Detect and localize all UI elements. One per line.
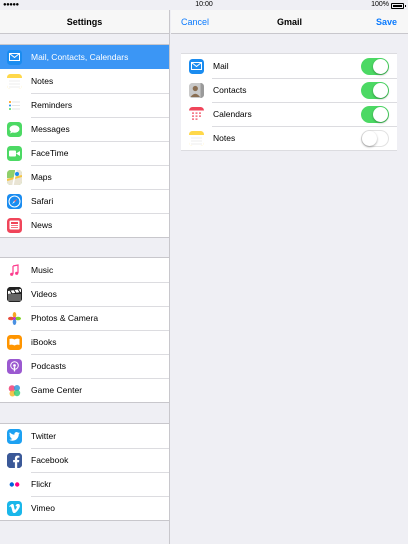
account-service-notes: Notes [181,126,397,150]
cancel-button[interactable]: Cancel [181,17,209,27]
account-service-label: Notes [213,133,236,143]
account-service-label: Contacts [213,85,247,95]
settings-group: Twitter Facebook Flickr Vimeo [0,423,169,521]
sidebar-item-label: FaceTime [31,148,69,158]
podcasts-icon [7,358,22,374]
ibooks-icon [7,334,22,350]
account-services-list: Mail Contacts Calendars Notes [181,53,397,151]
sidebar-item-game-center[interactable]: Game Center [0,378,169,402]
sidebar-item-vimeo[interactable]: Vimeo [0,496,169,520]
messages-icon [7,121,22,137]
settings-group: Mail, Contacts, Calendars Notes Reminders M… [0,44,169,238]
mail-toggle[interactable] [361,58,389,75]
news-icon [7,217,22,233]
music-icon [7,262,22,278]
save-button[interactable]: Save [376,17,397,27]
facebook-icon [7,452,22,468]
vimeo-icon [7,500,22,516]
sidebar-item-videos[interactable]: Videos [0,282,169,306]
sidebar-item-twitter[interactable]: Twitter [0,424,169,448]
toggle-knob [373,59,388,74]
account-service-label: Calendars [213,109,252,119]
sidebar-item-label: iBooks [31,337,57,347]
account-service-contacts: Contacts [181,78,397,102]
twitter-icon [7,428,22,444]
sidebar-item-podcasts[interactable]: Podcasts [0,354,169,378]
settings-sidebar: Settings Mail, Contacts, Calendars Notes R… [0,10,170,544]
sidebar-item-label: Twitter [31,431,57,441]
sidebar-item-maps[interactable]: Maps [0,165,169,189]
notes-icon [7,73,22,89]
toggle-knob [373,107,388,122]
notes-toggle[interactable] [361,130,389,147]
status-time: 10:00 [195,1,213,8]
settings-group: Music Videos Photos & Camera iBooks Podcasts… [0,257,169,403]
sidebar-item-label: Maps [31,172,52,182]
account-detail-pane: Cancel Gmail Save Mail Contacts Calendars N… [171,10,408,544]
toggle-knob [362,131,377,146]
account-service-calendars: Calendars [181,102,397,126]
battery-icon [391,3,406,9]
sidebar-item-label: Messages [31,124,70,134]
sidebar-item-label: Mail, Contacts, Calendars [31,52,129,62]
sidebar-item-facetime[interactable]: FaceTime [0,141,169,165]
sidebar-item-label: Podcasts [31,361,66,371]
contacts-toggle[interactable] [361,82,389,99]
safari-icon [7,193,22,209]
videos-icon [7,286,22,302]
sidebar-item-ibooks[interactable]: iBooks [0,330,169,354]
sidebar-item-notes[interactable]: Notes [0,69,169,93]
settings-header: Settings [0,10,169,34]
sidebar-item-label: Flickr [31,479,52,489]
reminders-icon [7,97,22,113]
sidebar-item-music[interactable]: Music [0,258,169,282]
calendars-icon [189,106,204,122]
settings-title: Settings [66,16,103,27]
contacts-icon [189,82,204,98]
sidebar-item-label: Music [31,265,54,275]
game-center-icon [7,382,22,398]
sidebar-item-label: Notes [31,76,54,86]
mail-icon [189,58,204,74]
sidebar-item-mail-contacts-calendars[interactable]: Mail, Contacts, Calendars [0,45,169,69]
notes-icon [189,130,204,146]
sidebar-item-reminders[interactable]: Reminders [0,93,169,117]
flickr-icon [7,476,22,492]
account-service-label: Mail [213,61,229,71]
sidebar-item-flickr[interactable]: Flickr [0,472,169,496]
sidebar-item-safari[interactable]: Safari [0,189,169,213]
battery-status: 100% [371,0,406,10]
sidebar-item-label: Reminders [31,100,73,110]
maps-icon [7,169,22,185]
sidebar-item-messages[interactable]: Messages [0,117,169,141]
toggle-knob [373,83,388,98]
sidebar-item-label: News [31,220,53,230]
sidebar-item-label: Facebook [31,455,69,465]
calendars-toggle[interactable] [361,106,389,123]
sidebar-item-news[interactable]: News [0,213,169,237]
status-bar: ●●●●● 10:00 100% [0,0,408,10]
mail-icon [7,49,22,65]
sidebar-item-label: Videos [31,289,57,299]
photos-icon [7,310,22,326]
account-nav-bar: Cancel Gmail Save [171,10,408,34]
settings-groups: Mail, Contacts, Calendars Notes Reminders M… [0,44,169,521]
account-service-mail: Mail [181,54,397,78]
battery-percent: 100% [371,1,389,8]
facetime-icon [7,145,22,161]
sidebar-item-label: Photos & Camera [31,313,99,323]
sidebar-item-photos-and-camera[interactable]: Photos & Camera [0,306,169,330]
sidebar-item-facebook[interactable]: Facebook [0,448,169,472]
sidebar-item-label: Vimeo [31,503,55,513]
sidebar-item-label: Safari [31,196,54,206]
sidebar-item-label: Game Center [31,385,83,395]
